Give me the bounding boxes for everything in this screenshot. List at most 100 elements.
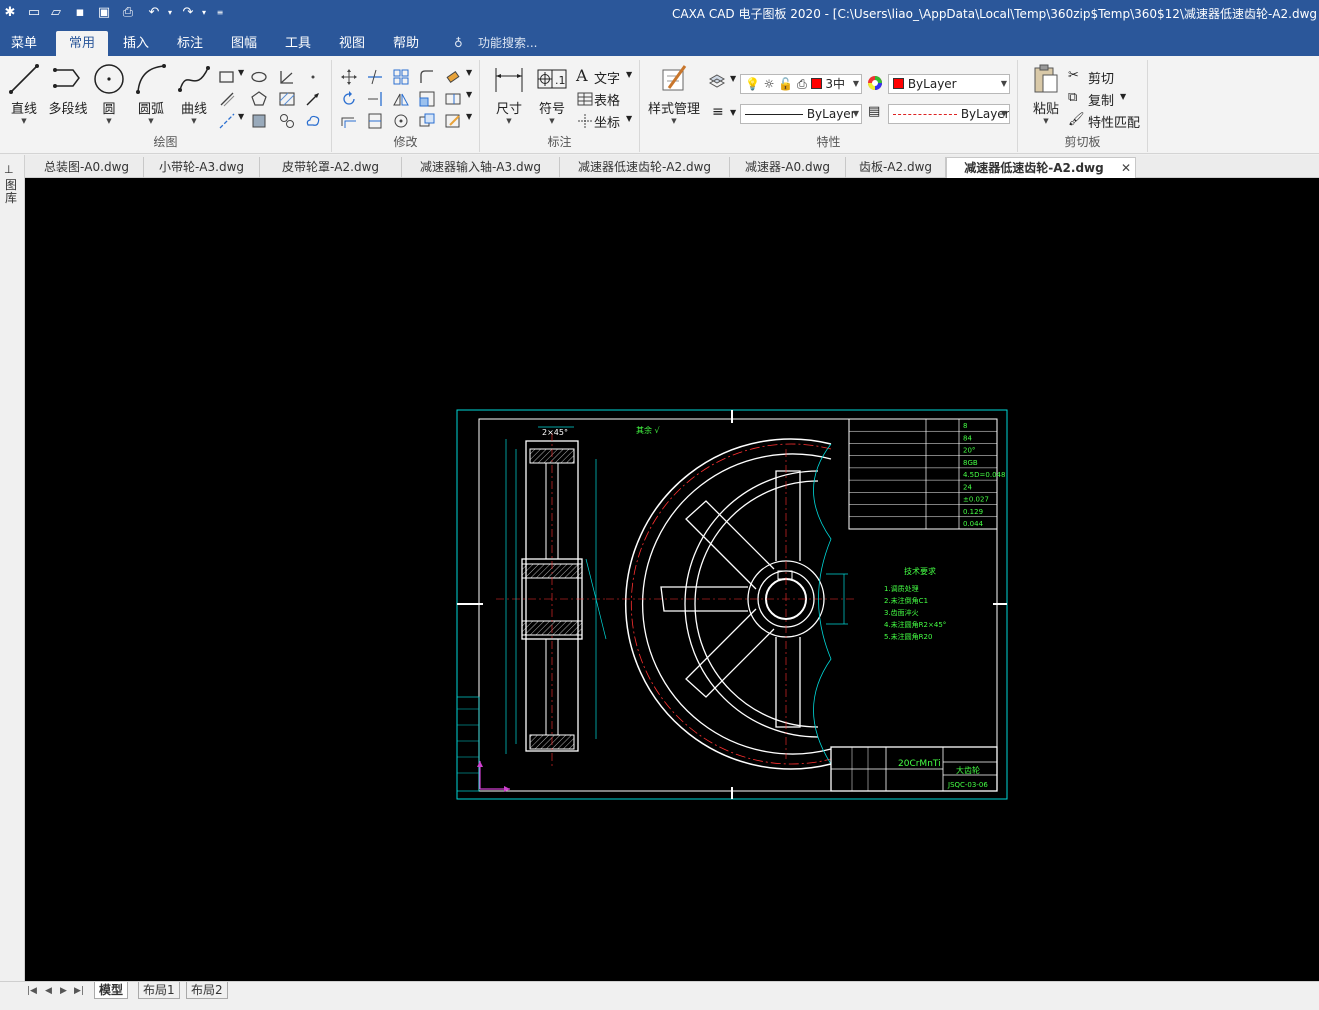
- library-panel-toggle[interactable]: 图库: [5, 179, 19, 205]
- line-button[interactable]: 直线 ▼: [6, 62, 42, 125]
- stretch-icon[interactable]: [444, 90, 462, 108]
- mirror-icon[interactable]: [392, 90, 410, 108]
- coordinate-icon[interactable]: [576, 112, 594, 130]
- lineweight-icon[interactable]: ▤: [868, 104, 880, 119]
- tab-view[interactable]: 视图: [328, 31, 376, 56]
- chevron-down-icon[interactable]: ▼: [238, 68, 244, 77]
- text-icon[interactable]: A: [576, 66, 588, 85]
- new-file-icon[interactable]: ▭: [26, 3, 42, 23]
- trim-icon[interactable]: [366, 68, 384, 86]
- layer-combo[interactable]: 💡 ☼ 🔓 ⎙ 3中 ▼: [740, 74, 862, 94]
- tab-insert[interactable]: 插入: [112, 31, 160, 56]
- chevron-down-icon[interactable]: ▼: [626, 70, 632, 79]
- linetype-manager-icon[interactable]: ≡: [712, 104, 724, 120]
- tab-common[interactable]: 常用: [56, 31, 108, 56]
- chevron-down-icon[interactable]: ▼: [466, 90, 472, 99]
- edit-properties-icon[interactable]: [444, 112, 462, 130]
- hatch-icon[interactable]: [278, 90, 296, 108]
- polygon-icon[interactable]: [250, 90, 268, 108]
- erase-icon[interactable]: [444, 68, 462, 86]
- polyline-button[interactable]: 多段线: [46, 62, 90, 117]
- symbol-button[interactable]: .1 符号 ▼: [534, 62, 570, 125]
- break-icon[interactable]: [366, 112, 384, 130]
- tab-sheet[interactable]: 图幅: [220, 31, 268, 56]
- tab-tools[interactable]: 工具: [274, 31, 322, 56]
- doc-tab[interactable]: 皮带轮罩-A2.dwg: [260, 157, 402, 178]
- rectangle-icon[interactable]: [218, 68, 236, 86]
- style-manager-button[interactable]: 样式管理 ▼: [644, 62, 704, 125]
- fillet-icon[interactable]: [418, 68, 436, 86]
- doc-tab[interactable]: 减速器低速齿轮-A2.dwg: [560, 157, 730, 178]
- explode-icon[interactable]: [392, 112, 410, 130]
- block-icon[interactable]: [278, 112, 296, 130]
- chevron-down-icon[interactable]: ▼: [466, 68, 472, 77]
- chevron-down-icon[interactable]: ▼: [730, 108, 736, 117]
- arc-button[interactable]: 圆弧 ▼: [132, 62, 170, 125]
- first-layout-icon[interactable]: |◀: [27, 986, 37, 996]
- redo-dropdown-icon[interactable]: ▾: [196, 3, 212, 23]
- layer-manager-icon[interactable]: [708, 72, 726, 90]
- doc-tab[interactable]: 齿板-A2.dwg: [846, 157, 946, 178]
- ellipse-icon[interactable]: [250, 68, 268, 86]
- doc-tab[interactable]: 小带轮-A3.dwg: [144, 157, 260, 178]
- tab-help[interactable]: 帮助: [382, 31, 430, 56]
- parallel-line-icon[interactable]: [218, 90, 236, 108]
- lineweight-combo[interactable]: ByLayer ▼: [888, 104, 1010, 124]
- rotate-icon[interactable]: [340, 90, 358, 108]
- color-combo[interactable]: ByLayer ▼: [888, 74, 1010, 94]
- angle-line-icon[interactable]: [278, 68, 296, 86]
- match-properties-icon[interactable]: 🖌: [1068, 112, 1085, 127]
- undo-icon[interactable]: ↶: [146, 3, 162, 23]
- prev-layout-icon[interactable]: ◀: [45, 986, 52, 996]
- centerline-icon[interactable]: [218, 112, 236, 130]
- close-icon[interactable]: ✕: [1121, 158, 1131, 179]
- redo-icon[interactable]: ↷: [180, 3, 196, 23]
- move-icon[interactable]: [340, 68, 358, 86]
- scissors-icon[interactable]: ✂: [1068, 68, 1079, 83]
- paste-button[interactable]: 粘贴 ▼: [1026, 62, 1066, 125]
- tab-annotate[interactable]: 标注: [166, 31, 214, 56]
- tab-menu[interactable]: 菜单: [0, 31, 48, 56]
- layout-tab-layout2[interactable]: 布局2: [186, 982, 228, 999]
- chevron-down-icon[interactable]: ▼: [238, 112, 244, 121]
- linetype-combo[interactable]: ByLayer ▼: [740, 104, 862, 124]
- scale-icon[interactable]: [418, 90, 436, 108]
- arrow-icon[interactable]: [304, 90, 322, 108]
- copy-icon[interactable]: ⧉: [1068, 90, 1077, 105]
- array-icon[interactable]: [392, 68, 410, 86]
- table-icon[interactable]: [576, 90, 594, 108]
- open-file-icon[interactable]: ▱: [48, 3, 64, 23]
- cloud-icon[interactable]: [304, 112, 322, 130]
- dimension-button[interactable]: 尺寸 ▼: [490, 62, 528, 125]
- chevron-down-icon[interactable]: ▼: [626, 114, 632, 123]
- copy-button[interactable]: 复制: [1088, 90, 1114, 109]
- curve-button[interactable]: 曲线 ▼: [174, 62, 214, 125]
- drawing-canvas[interactable]: 2×45° 其余 √ 8 84 20° 8GB 4.5D=0.048 24 ±0…: [25, 178, 1319, 981]
- point-icon[interactable]: [304, 68, 322, 86]
- match-properties-button[interactable]: 特性匹配: [1088, 112, 1140, 131]
- last-layout-icon[interactable]: ▶|: [74, 986, 84, 996]
- save-as-icon[interactable]: ▣: [96, 3, 112, 23]
- doc-tab[interactable]: 减速器-A0.dwg: [730, 157, 846, 178]
- cut-button[interactable]: 剪切: [1088, 68, 1114, 87]
- doc-tab[interactable]: 总装图-A0.dwg: [30, 157, 144, 178]
- circle-button[interactable]: 圆 ▼: [92, 62, 126, 125]
- save-icon[interactable]: ▪: [72, 3, 88, 23]
- feature-search-input[interactable]: 功能搜索...: [478, 31, 537, 56]
- doc-tab[interactable]: 减速器输入轴-A3.dwg: [402, 157, 560, 178]
- extend-icon[interactable]: [366, 90, 384, 108]
- pin-icon[interactable]: ⊥: [4, 163, 14, 176]
- color-wheel-icon[interactable]: [866, 74, 884, 92]
- next-layout-icon[interactable]: ▶: [60, 986, 67, 996]
- coordinate-button[interactable]: 坐标: [594, 112, 620, 131]
- text-button[interactable]: 文字: [594, 68, 620, 87]
- chevron-down-icon[interactable]: ▼: [1120, 92, 1126, 101]
- layout-tab-model[interactable]: 模型: [94, 982, 129, 999]
- chevron-down-icon[interactable]: ▼: [466, 112, 472, 121]
- table-button[interactable]: 表格: [594, 90, 620, 109]
- undo-dropdown-icon[interactable]: ▾: [162, 3, 178, 23]
- copy-object-icon[interactable]: [418, 112, 436, 130]
- region-icon[interactable]: [250, 112, 268, 130]
- customize-quick-access-icon[interactable]: ≡: [212, 3, 228, 23]
- layout-tab-layout1[interactable]: 布局1: [138, 982, 180, 999]
